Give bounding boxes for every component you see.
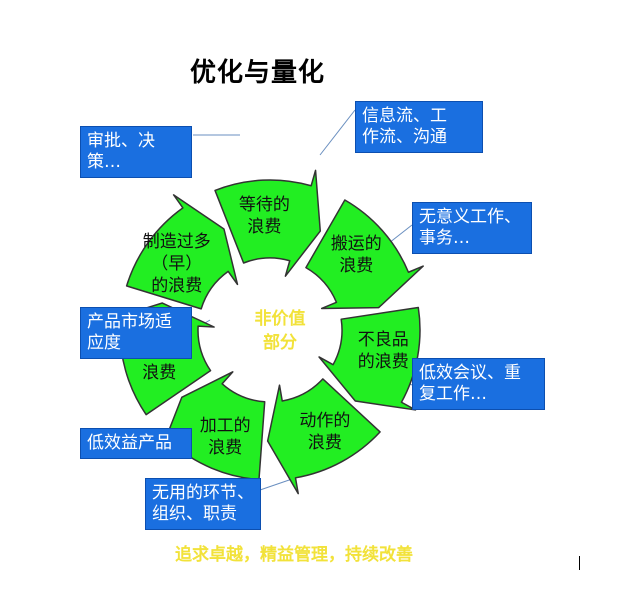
- callout-line: 作流、沟通: [362, 127, 447, 147]
- diagram-canvas: 优化与量化 等待的浪费搬运的浪费不良品的浪费动作的浪费加工的浪费库存的浪费制造过…: [0, 0, 624, 590]
- waste-label-line: 浪费: [208, 438, 242, 458]
- center-label-line: 部分: [263, 332, 297, 353]
- text-cursor-mark: [579, 556, 580, 570]
- connector-info-flow: [319, 109, 356, 156]
- waste-label-line: 动作的: [299, 411, 350, 431]
- callout-line: 审批、决: [87, 131, 155, 151]
- callout-info-flow: 信息流、工 作流、沟通: [355, 101, 483, 153]
- waste-label-line: 的浪费: [358, 352, 409, 372]
- waste-label-line: 加工的: [200, 416, 251, 436]
- callout-line: 信息流、工: [362, 106, 447, 126]
- waste-arrow-segment: [305, 199, 424, 310]
- waste-label-line: 制造过多: [143, 232, 211, 252]
- slogan-text: 追求卓越，精益管理，持续改善: [175, 545, 413, 565]
- callout-line: 无用的环节、: [152, 483, 254, 503]
- waste-label-line: 的浪费: [151, 276, 202, 296]
- callout-line: 低效会议、重: [419, 363, 521, 383]
- callout-line: 组织、职责: [152, 504, 237, 524]
- callout-line: 无意义工作、: [419, 207, 521, 227]
- waste-label-line: 搬运的: [331, 234, 382, 254]
- callout-approval: 审批、决 策…: [80, 126, 192, 178]
- callout-line: 产品市场适: [87, 312, 172, 332]
- waste-label-line: 浪费: [339, 256, 373, 276]
- waste-label-line: 浪费: [247, 217, 281, 237]
- waste-label-line: 等待的: [239, 195, 290, 215]
- waste-label-line: 不良品: [358, 330, 409, 350]
- callout-line: 策…: [87, 152, 121, 172]
- waste-label-line: 浪费: [308, 433, 342, 453]
- callout-useless-links: 无用的环节、 组织、职责: [145, 478, 261, 530]
- callout-line: 低效益产品: [87, 433, 172, 453]
- callout-product-market: 产品市场适 应度: [80, 307, 192, 359]
- waste-cycle-diagram: 等待的浪费搬运的浪费不良品的浪费动作的浪费加工的浪费库存的浪费制造过多（早）的浪…: [103, 109, 424, 495]
- callout-line: 复工作…: [419, 384, 487, 404]
- center-label: 非价值部分: [255, 308, 306, 353]
- waste-label-line: 浪费: [142, 363, 176, 383]
- callout-low-benefit-product: 低效益产品: [80, 428, 192, 459]
- callout-low-efficiency: 低效会议、重 复工作…: [412, 358, 545, 410]
- center-label-line: 非价值: [255, 308, 306, 329]
- waste-label-line: （早）: [151, 254, 202, 274]
- callout-line: 事务…: [419, 228, 470, 248]
- callout-meaningless-work: 无意义工作、 事务…: [412, 202, 532, 254]
- callout-line: 应度: [87, 333, 121, 353]
